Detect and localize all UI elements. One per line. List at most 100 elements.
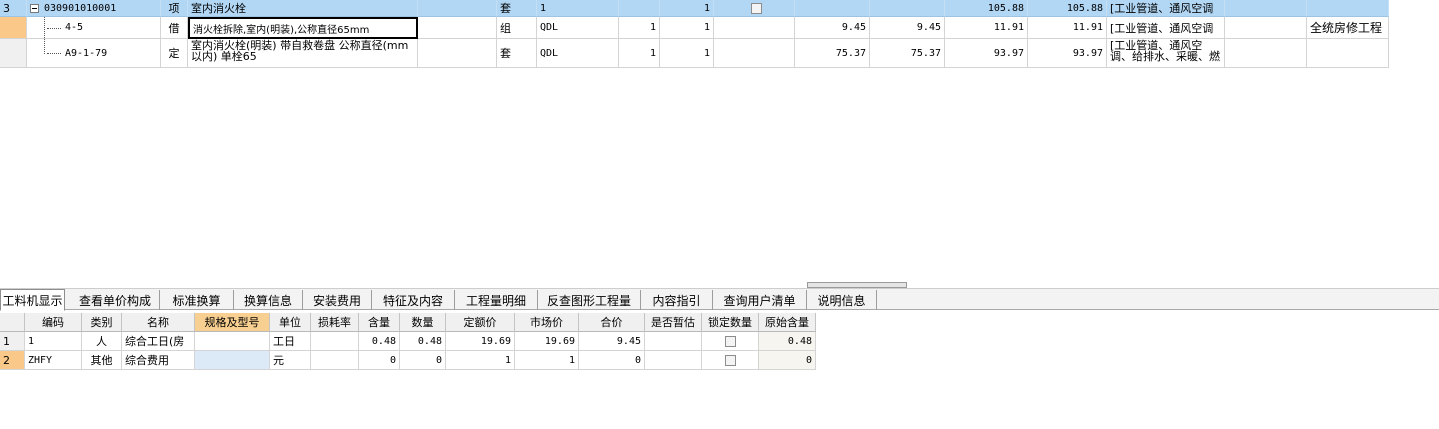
- header-total[interactable]: 合价: [579, 313, 645, 332]
- header-original-content[interactable]: 原始含量: [759, 313, 816, 332]
- tab-features-content[interactable]: 特征及内容: [372, 290, 455, 310]
- type-cell[interactable]: 借: [161, 17, 188, 39]
- spec-cell[interactable]: [195, 332, 270, 351]
- name-cell[interactable]: 室内消火栓(明装) 带自救卷盘 公称直径(mm以内) 单栓65: [188, 39, 418, 68]
- header-loss-rate[interactable]: 损耗率: [311, 313, 359, 332]
- unit-cell[interactable]: 套: [497, 39, 537, 68]
- category-cell[interactable]: 人: [82, 332, 122, 351]
- header-market-price[interactable]: 市场价: [515, 313, 579, 332]
- total-cell[interactable]: [870, 0, 945, 17]
- header-code[interactable]: 编码: [25, 313, 82, 332]
- quantity-cell[interactable]: 1: [619, 39, 660, 68]
- header-category[interactable]: 类别: [82, 313, 122, 332]
- header-quantity[interactable]: 数量: [400, 313, 446, 332]
- tab-installation-fee[interactable]: 安装费用: [303, 290, 372, 310]
- unit-price-cell[interactable]: [795, 0, 870, 17]
- table-row[interactable]: A9-1-79 定 室内消火栓(明装) 带自救卷盘 公称直径(mm以内) 单栓6…: [0, 39, 1389, 68]
- expression-cell[interactable]: QDL: [537, 39, 619, 68]
- remark-cell[interactable]: [1307, 0, 1389, 17]
- price2-cell[interactable]: 11.91: [945, 17, 1028, 39]
- code-cell[interactable]: ZHFY: [25, 351, 82, 370]
- collapse-icon[interactable]: [30, 3, 39, 13]
- tab-description[interactable]: 说明信息: [807, 290, 877, 310]
- empty-cell[interactable]: [714, 17, 795, 39]
- header-unit[interactable]: 单位: [270, 313, 311, 332]
- market-price-cell[interactable]: 19.69: [515, 332, 579, 351]
- expression-cell[interactable]: QDL: [537, 17, 619, 39]
- code-cell[interactable]: 030901010001: [27, 0, 161, 17]
- empty-cell[interactable]: [1225, 17, 1307, 39]
- unit-price-cell[interactable]: 75.37: [795, 39, 870, 68]
- tab-query-user-list[interactable]: 查询用户清单: [713, 290, 807, 310]
- total2-cell[interactable]: 105.88: [1028, 0, 1107, 17]
- quota-price-cell[interactable]: 19.69: [446, 332, 515, 351]
- unit-cell[interactable]: 元: [270, 351, 311, 370]
- tab-reverse-graphic-quantity[interactable]: 反查图形工程量: [538, 290, 641, 310]
- quantity-cell[interactable]: 1: [619, 17, 660, 39]
- header-lock-quantity[interactable]: 锁定数量: [702, 313, 759, 332]
- tab-unit-price-composition[interactable]: 查看单价构成: [71, 290, 160, 310]
- quantity-cell[interactable]: 0.48: [400, 332, 446, 351]
- category-cell[interactable]: 其他: [82, 351, 122, 370]
- tab-labor-material-machine[interactable]: 工料机显示: [0, 289, 65, 311]
- unit-cell[interactable]: 套: [497, 0, 537, 17]
- table-row[interactable]: 3 030901010001 项 室内消火栓 套 1 1 105.88 105.…: [0, 0, 1389, 17]
- content-cell[interactable]: 0.48: [359, 332, 400, 351]
- table-row[interactable]: 2 ZHFY 其他 综合费用 元 0 0 1 1 0 0: [0, 351, 817, 370]
- total2-cell[interactable]: 93.97: [1028, 39, 1107, 68]
- specialty-cell[interactable]: [工业管道、通风空调: [1107, 17, 1225, 39]
- empty-cell[interactable]: [714, 39, 795, 68]
- name-cell-editing[interactable]: 消火栓拆除,室内(明装),公称直径65mm: [188, 17, 418, 39]
- header-name[interactable]: 名称: [122, 313, 195, 332]
- total-cell[interactable]: 75.37: [870, 39, 945, 68]
- name-cell[interactable]: 综合工日(房: [122, 332, 195, 351]
- unit-cell[interactable]: 工日: [270, 332, 311, 351]
- quantity2-cell[interactable]: 1: [660, 39, 714, 68]
- original-content-cell[interactable]: 0.48: [759, 332, 816, 351]
- lock-quantity-cell[interactable]: [702, 332, 759, 351]
- lock-checkbox[interactable]: [751, 2, 762, 14]
- total-cell[interactable]: 0: [579, 351, 645, 370]
- price2-cell[interactable]: 105.88: [945, 0, 1028, 17]
- empty-cell[interactable]: [418, 17, 497, 39]
- quantity2-cell[interactable]: 1: [660, 17, 714, 39]
- specialty-cell[interactable]: [工业管道、通风空调、给排水、采暖、燃: [1107, 39, 1225, 68]
- quantity2-cell[interactable]: 1: [660, 0, 714, 17]
- specialty-cell[interactable]: [工业管道、通风空调: [1107, 0, 1225, 17]
- loss-rate-cell[interactable]: [311, 332, 359, 351]
- lock-quantity-cell[interactable]: [702, 351, 759, 370]
- name-cell[interactable]: 室内消火栓: [188, 0, 418, 17]
- empty-cell[interactable]: [418, 0, 497, 17]
- quota-price-cell[interactable]: 1: [446, 351, 515, 370]
- empty-cell[interactable]: [1225, 39, 1307, 68]
- spec-cell-selected[interactable]: [195, 351, 270, 370]
- quantity-cell[interactable]: [619, 0, 660, 17]
- table-row[interactable]: 4-5 借 消火栓拆除,室内(明装),公称直径65mm 组 QDL 1 1 9.…: [0, 17, 1389, 39]
- type-cell[interactable]: 定: [161, 39, 188, 68]
- loss-rate-cell[interactable]: [311, 351, 359, 370]
- unit-price-cell[interactable]: 9.45: [795, 17, 870, 39]
- checkbox-cell[interactable]: [714, 0, 795, 17]
- tab-standard-conversion[interactable]: 标准换算: [160, 290, 234, 310]
- code-cell[interactable]: 1: [25, 332, 82, 351]
- tab-conversion-info[interactable]: 换算信息: [234, 290, 303, 310]
- name-cell[interactable]: 综合费用: [122, 351, 195, 370]
- price2-cell[interactable]: 93.97: [945, 39, 1028, 68]
- content-cell[interactable]: 0: [359, 351, 400, 370]
- header-spec[interactable]: 规格及型号: [195, 313, 270, 332]
- empty-cell[interactable]: [418, 39, 497, 68]
- tab-content-guide[interactable]: 内容指引: [641, 290, 713, 310]
- total-cell[interactable]: 9.45: [870, 17, 945, 39]
- code-cell[interactable]: 4-5: [27, 17, 161, 39]
- original-content-cell[interactable]: 0: [759, 351, 816, 370]
- expression-cell[interactable]: 1: [537, 0, 619, 17]
- tab-quantity-detail[interactable]: 工程量明细: [455, 290, 538, 310]
- table-row[interactable]: 1 1 人 综合工日(房 工日 0.48 0.48 19.69 19.69 9.…: [0, 332, 817, 351]
- unit-cell[interactable]: 组: [497, 17, 537, 39]
- market-price-cell[interactable]: 1: [515, 351, 579, 370]
- code-cell[interactable]: A9-1-79: [27, 39, 161, 68]
- lock-quantity-checkbox[interactable]: [724, 354, 736, 366]
- quantity-cell[interactable]: 0: [400, 351, 446, 370]
- lock-quantity-checkbox[interactable]: [724, 335, 736, 347]
- header-content[interactable]: 含量: [359, 313, 400, 332]
